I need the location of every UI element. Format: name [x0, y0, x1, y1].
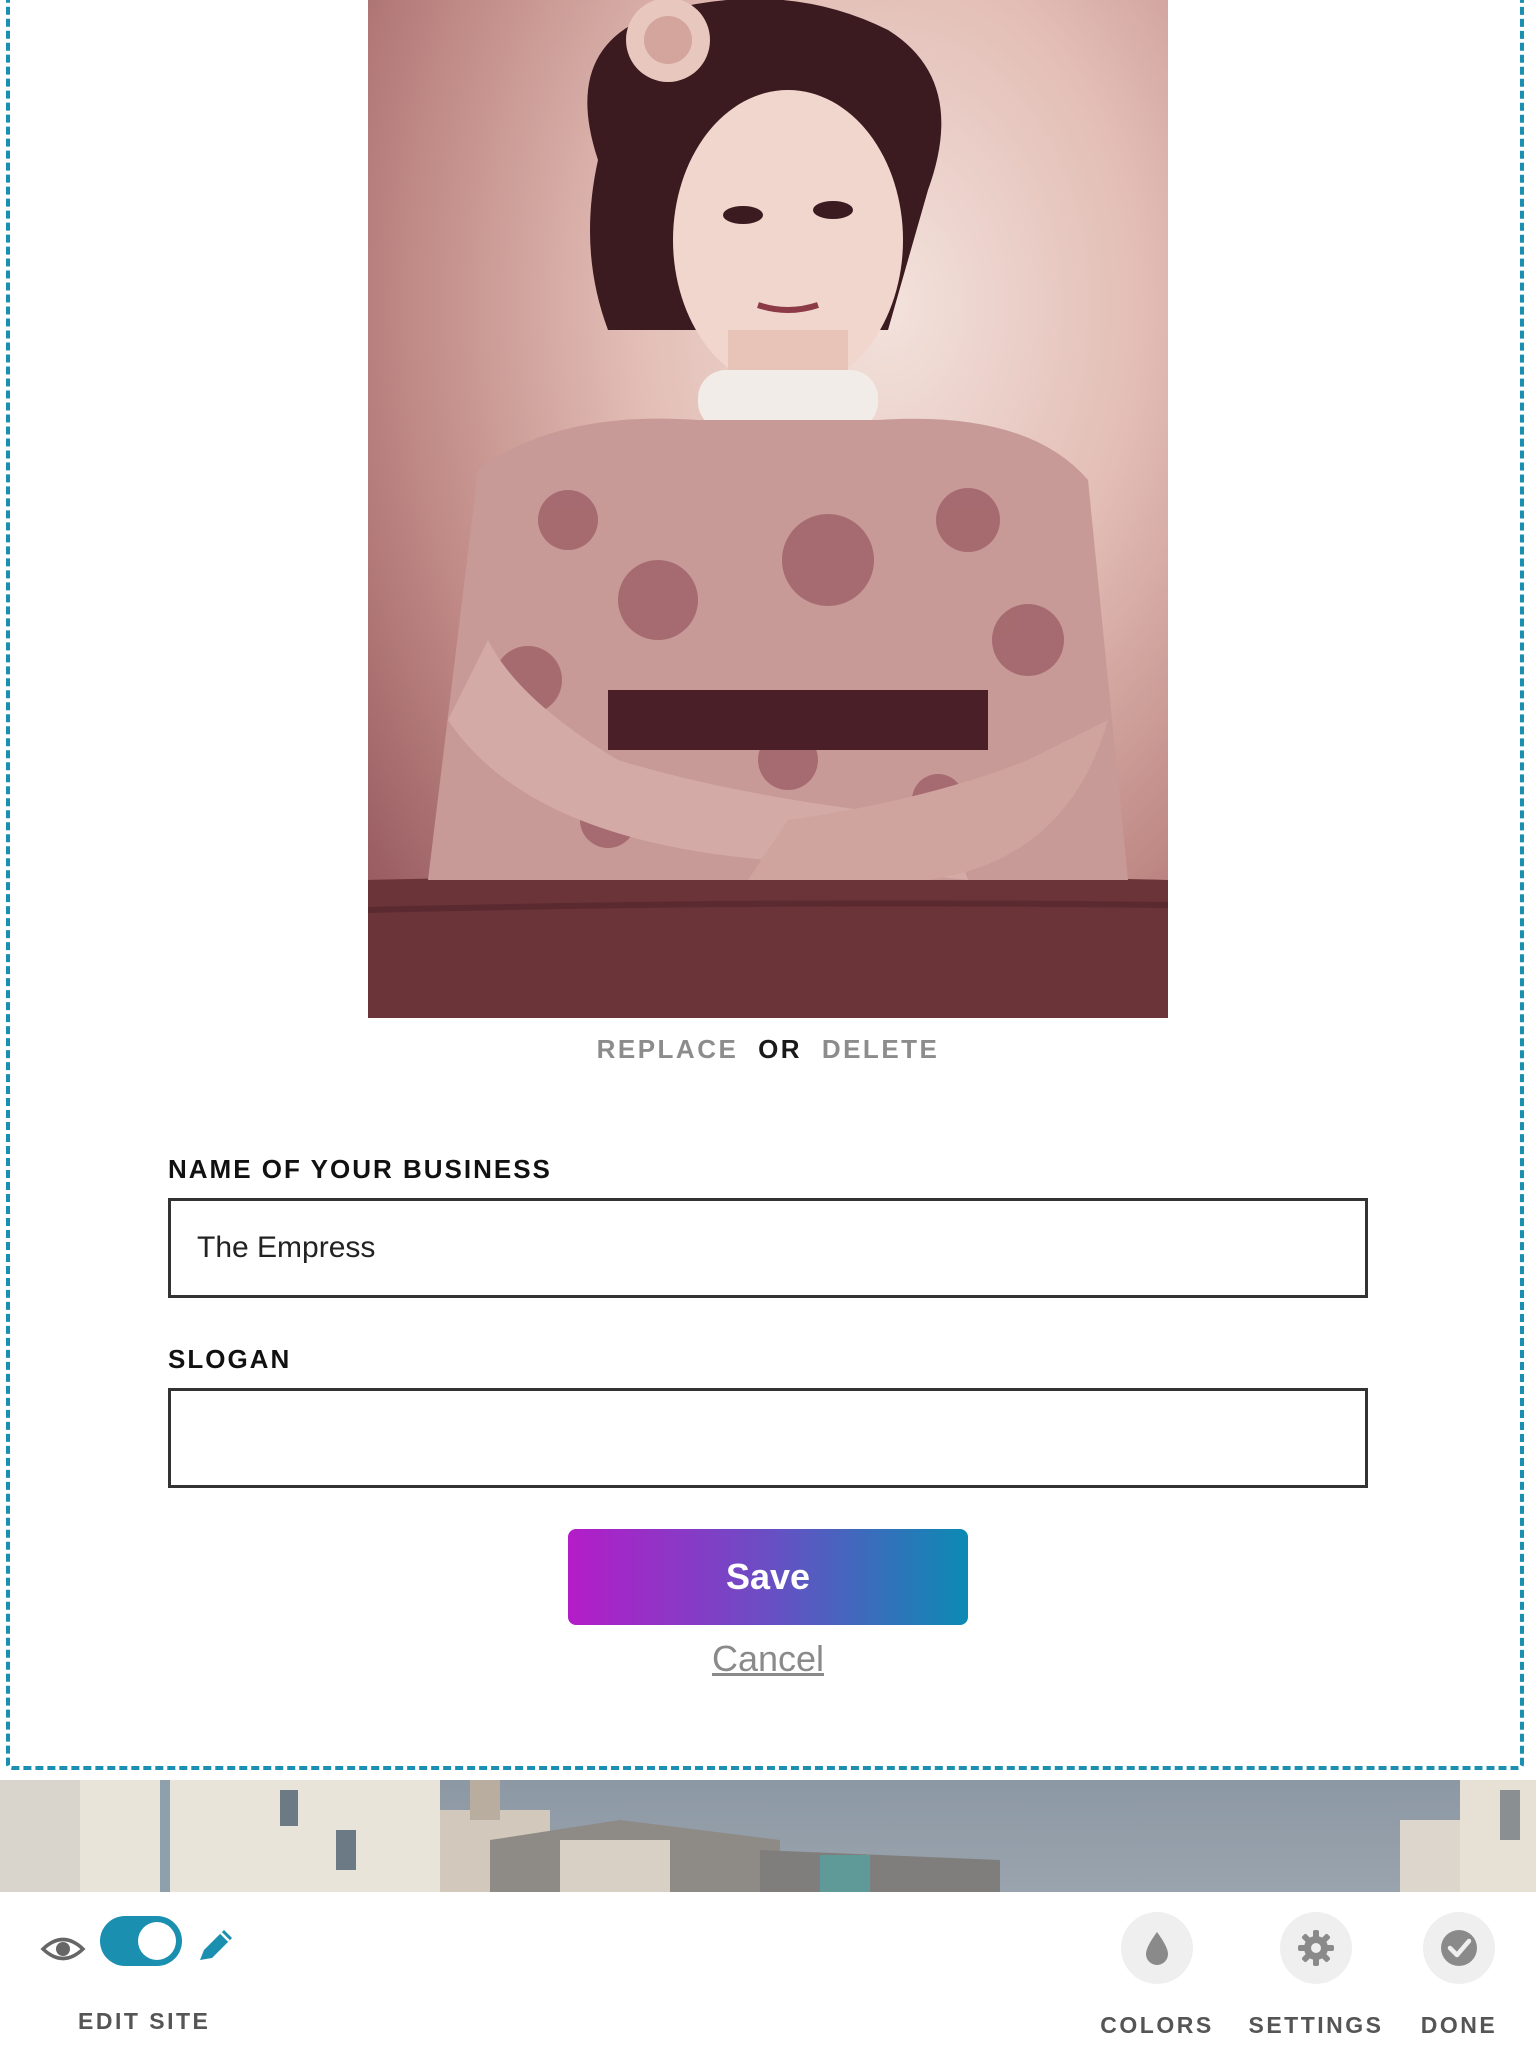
gear-icon [1298, 1930, 1334, 1966]
droplet-icon [1146, 1932, 1168, 1965]
or-separator: OR [758, 1034, 803, 1064]
business-name-label: NAME OF YOUR BUSINESS [168, 1154, 552, 1184]
bottom-toolbar: EDIT SITE COLORS SETTINGS DONE [0, 1892, 1536, 2048]
done-button[interactable]: DONE [1374, 1912, 1536, 2042]
toggle-knob [138, 1922, 176, 1960]
business-name-input[interactable] [168, 1198, 1368, 1298]
buildings-illustration [0, 1780, 1536, 1892]
cancel-link-label[interactable]: Cancel [712, 1638, 824, 1679]
slogan-label: SLOGAN [168, 1344, 292, 1374]
edit-site-label: EDIT SITE [78, 2008, 211, 2034]
cancel-link[interactable]: Cancel [0, 1638, 1536, 1680]
colors-icon-circle [1121, 1912, 1193, 1984]
replace-link[interactable]: REPLACE [597, 1034, 739, 1064]
checkmark-icon [1441, 1930, 1477, 1966]
next-section-background [0, 1780, 1536, 1892]
delete-link[interactable]: DELETE [822, 1034, 940, 1064]
edit-site-toggle[interactable] [100, 1916, 182, 1966]
done-icon-circle [1423, 1912, 1495, 1984]
settings-icon-circle [1280, 1912, 1352, 1984]
logo-photo[interactable] [368, 0, 1168, 1018]
colors-label: COLORS [1100, 2012, 1214, 2038]
slogan-input[interactable] [168, 1388, 1368, 1488]
portrait-illustration [368, 0, 1168, 1018]
photo-actions: REPLACE OR DELETE [0, 1034, 1536, 1065]
save-button[interactable]: Save [568, 1529, 968, 1625]
pencil-icon[interactable] [194, 1922, 238, 1966]
colors-button[interactable]: COLORS [1072, 1912, 1242, 2042]
eye-icon[interactable] [40, 1926, 86, 1972]
done-label: DONE [1420, 2012, 1498, 2038]
